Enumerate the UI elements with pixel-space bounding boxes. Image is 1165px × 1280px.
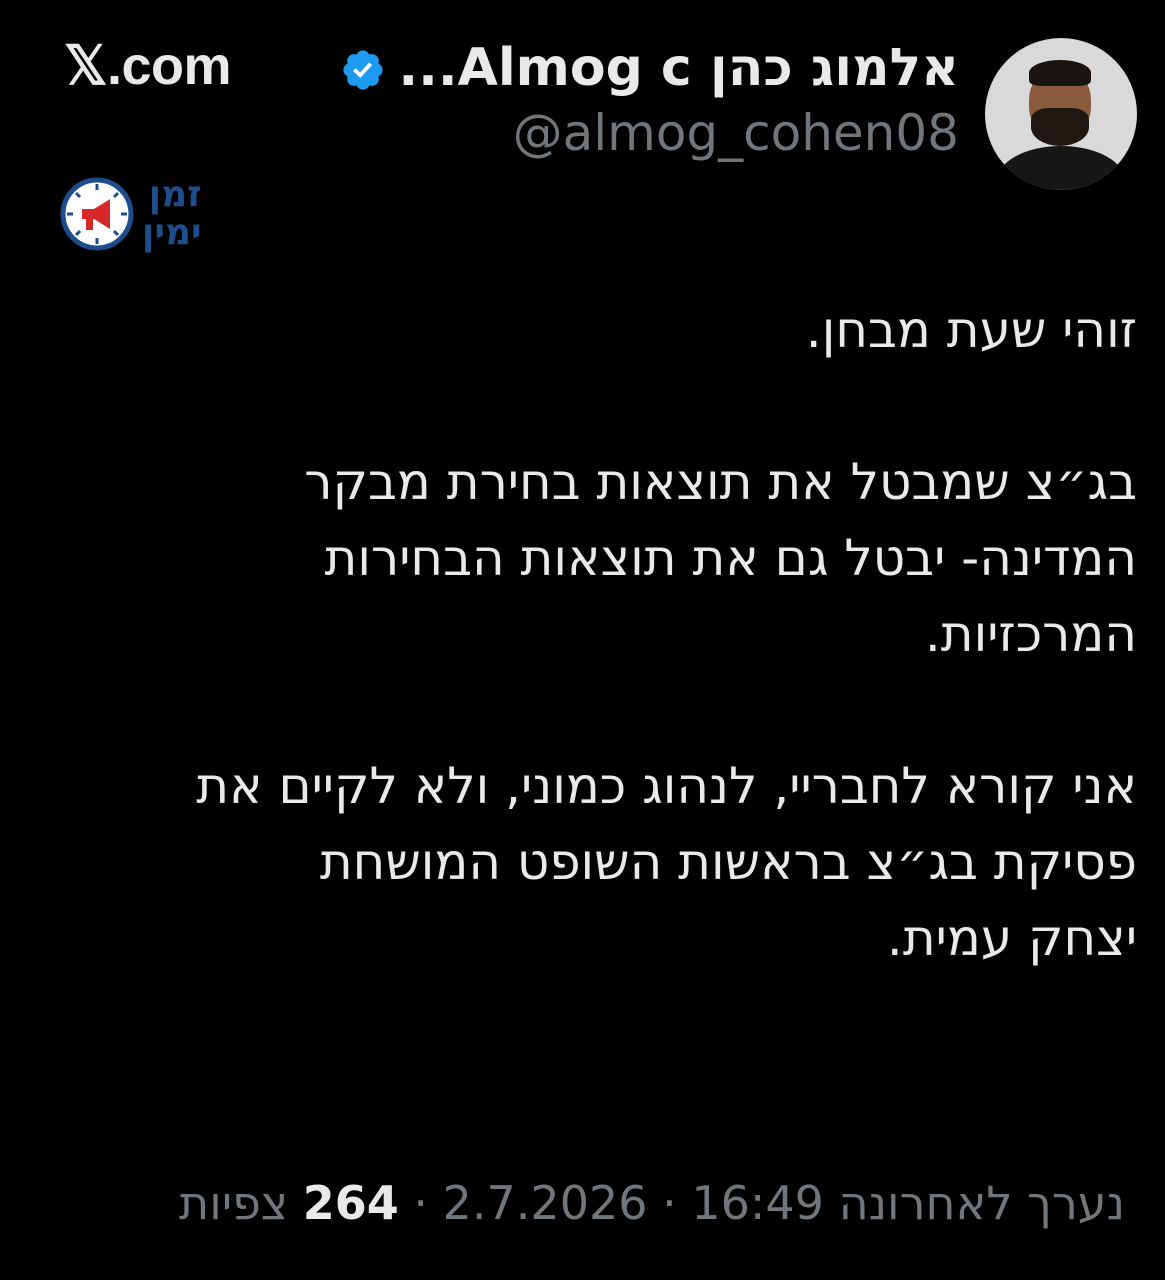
views-label: צפיות — [179, 1176, 289, 1230]
tweet-paragraph-3-line-2: פסיקת בג״צ בראשות השופט המושחת — [319, 833, 1137, 891]
site-label: 𝕏.com — [64, 36, 232, 96]
watermark-text: זמן ימין — [142, 176, 202, 252]
tweet-paragraph-3-line-3: יצחק עמית. — [886, 909, 1137, 967]
author-handle[interactable]: @almog_cohen08 — [513, 104, 959, 162]
author-info[interactable]: אלמוג כהן Almog c... @almog_cohen08 — [340, 38, 959, 162]
avatar-hair — [1029, 60, 1091, 86]
tweet-paragraph-3-line-1: אני קורא לחבריי, לנהוג כמוני, ולא לקיים … — [196, 757, 1137, 815]
avatar[interactable] — [985, 38, 1137, 190]
author-name-row[interactable]: אלמוג כהן Almog c... — [340, 38, 959, 98]
watermark-line2: ימין — [142, 212, 202, 253]
megaphone-clock-icon — [60, 177, 134, 251]
tweet-paragraph-2-line-2: המדינה- יבטל גם את תוצאות הבחירות — [324, 529, 1137, 587]
avatar-body — [997, 146, 1125, 190]
avatar-beard — [1031, 108, 1089, 146]
verified-badge-icon — [343, 50, 383, 90]
tweet-paragraph-2-line-3: המרכזיות. — [924, 605, 1137, 663]
tweet-date[interactable]: 2.7.2026 — [443, 1176, 648, 1230]
tweet-meta: נערך לאחרונה 16:49 · 2.7.2026 · 264 צפיו… — [179, 1176, 1125, 1230]
views-count: 264 — [302, 1176, 399, 1230]
tweet-paragraph-2-line-1: בג״צ שמבטל את תוצאות בחירת מבקר — [304, 453, 1137, 511]
tweet-text: זוהי שעת מבחן. בג״צ שמבטל את תוצאות בחיר… — [27, 292, 1137, 976]
author-display-name[interactable]: אלמוג כהן Almog c... — [398, 38, 959, 98]
meta-separator: · — [662, 1176, 677, 1230]
tweet-time[interactable]: 16:49 — [691, 1176, 824, 1230]
tweet-paragraph-1: זוהי שעת מבחן. — [805, 301, 1137, 359]
watermark-logo: זמן ימין — [60, 176, 202, 252]
watermark-line1: זמן — [148, 174, 202, 215]
edited-label[interactable]: נערך לאחרונה — [839, 1176, 1125, 1230]
meta-separator: · — [413, 1176, 429, 1230]
tweet-header: אלמוג כהן Almog c... @almog_cohen08 — [340, 38, 1137, 190]
